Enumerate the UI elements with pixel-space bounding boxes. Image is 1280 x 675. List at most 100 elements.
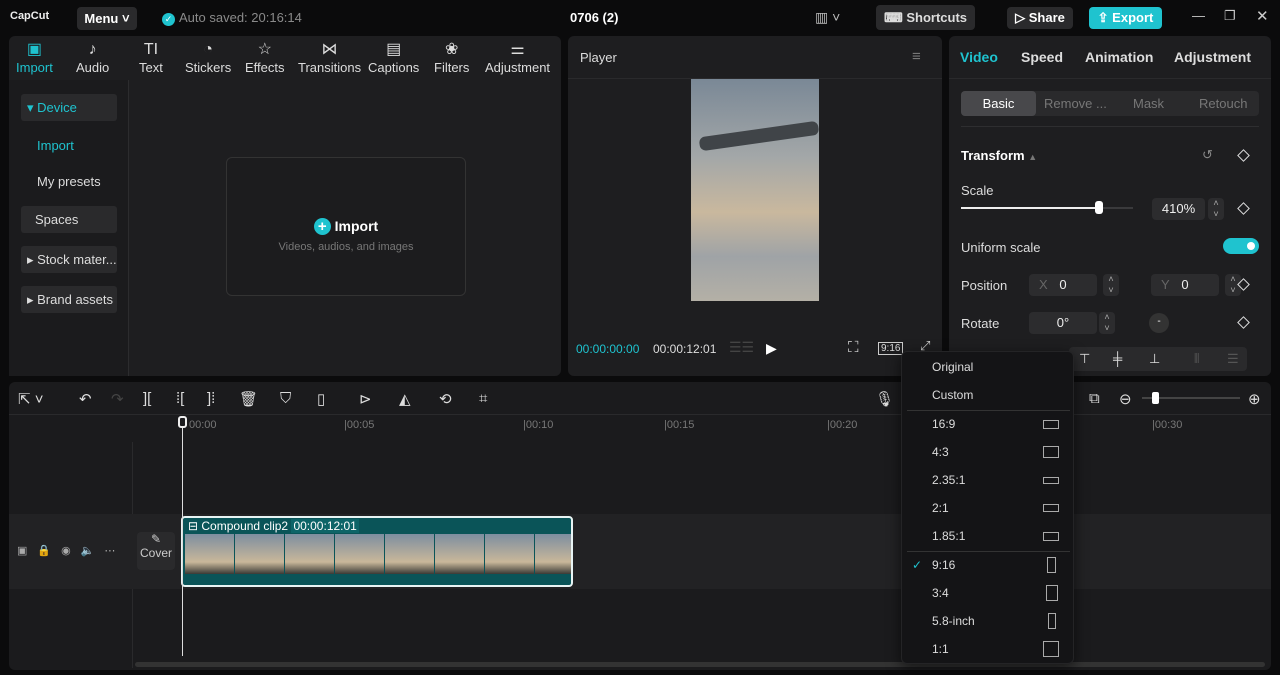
tab-animation[interactable]: Animation xyxy=(1085,49,1153,65)
mirror-icon[interactable]: ◭ xyxy=(399,390,411,408)
play-icon[interactable]: ▶ xyxy=(766,340,777,357)
audio-toggle-icon[interactable]: 🔈 xyxy=(81,545,105,557)
zoom-in-icon[interactable]: ⊕ xyxy=(1248,390,1261,408)
tab-adjustment[interactable]: ⚌ Adjustment xyxy=(485,40,550,75)
delete-icon[interactable]: 🗑 xyxy=(239,390,258,408)
clip-thumbnail xyxy=(385,534,434,574)
ratio-option-3-4[interactable]: 3:4 xyxy=(902,579,1074,607)
track-video-icon[interactable]: ▣ xyxy=(17,545,37,557)
total-duration: 00:00:12:01 xyxy=(653,342,717,356)
ratio-option-2-1[interactable]: 2:1 xyxy=(902,494,1074,522)
speed-icon[interactable]: ⊳ xyxy=(359,390,372,408)
transform-heading[interactable]: Transform ▲ xyxy=(961,148,1037,163)
keyframe-icon[interactable] xyxy=(1237,316,1250,329)
preview-axis-icon[interactable]: ⧉ xyxy=(1089,390,1100,407)
sidebar-item-brand-assets[interactable]: ▸ Brand assets xyxy=(21,286,117,313)
zoom-out-icon[interactable]: ⊖ xyxy=(1119,390,1132,408)
sidebar-item-device[interactable]: ▾ Device xyxy=(21,94,117,121)
keyframe-icon[interactable] xyxy=(1237,202,1250,215)
horizontal-scrollbar[interactable] xyxy=(135,662,1265,667)
ratio-option-4-3[interactable]: 4:3 xyxy=(902,438,1074,466)
rotate-icon[interactable]: ⟲ xyxy=(439,390,452,408)
split-right-icon[interactable]: ]⁞ xyxy=(207,390,215,407)
maximize-icon[interactable]: ❐ xyxy=(1224,8,1236,24)
ratio-option-2-35-1[interactable]: 2.35:1 xyxy=(902,466,1074,494)
tab-transitions[interactable]: ⋈ Transitions xyxy=(298,40,361,75)
import-dropzone[interactable]: + Import Videos, audios, and images xyxy=(226,157,466,296)
subtab-mask[interactable]: Mask xyxy=(1133,91,1164,116)
share-button[interactable]: ▷ Share xyxy=(1007,7,1073,29)
rotate-input[interactable]: 0° xyxy=(1029,312,1097,334)
freeze-icon[interactable]: ▯ xyxy=(317,390,325,408)
tab-filters[interactable]: ❀ Filters xyxy=(434,40,469,75)
tab-video[interactable]: Video xyxy=(960,49,998,65)
subtab-basic[interactable]: Basic xyxy=(961,91,1036,116)
tab-speed[interactable]: Speed xyxy=(1021,49,1063,65)
position-y-input[interactable]: Y0 xyxy=(1151,274,1219,296)
keyframe-icon[interactable] xyxy=(1237,149,1250,162)
shortcuts-button[interactable]: ⌨ Shortcuts xyxy=(876,5,975,30)
sidebar-item-stock-material[interactable]: ▸ Stock mater... xyxy=(21,246,117,273)
rotate-dial[interactable]: - xyxy=(1149,313,1169,333)
align-bottom-icon[interactable]: ⊥ xyxy=(1149,347,1160,371)
cover-button[interactable]: ✎ Cover xyxy=(137,532,175,570)
close-icon[interactable]: ✕ xyxy=(1256,7,1269,25)
scale-slider-handle[interactable] xyxy=(1094,201,1103,214)
scale-input[interactable]: 410% xyxy=(1152,198,1205,220)
waveform-icon[interactable]: ☰☰ xyxy=(729,339,754,356)
subtab-remove[interactable]: Remove ... xyxy=(1044,91,1107,116)
distribute-v-icon[interactable]: ☰ xyxy=(1227,347,1239,371)
tab-audio[interactable]: ♪ Audio xyxy=(76,40,109,75)
ratio-option-9-16[interactable]: ✓ 9:16 xyxy=(902,551,1074,579)
tab-text[interactable]: TI Text xyxy=(139,40,163,75)
lock-icon[interactable]: 🔒 xyxy=(37,545,61,557)
export-button[interactable]: ⇪ Export xyxy=(1089,7,1162,29)
split-left-icon[interactable]: ⁞[ xyxy=(176,390,184,407)
menu-button[interactable]: Menu ˅ xyxy=(77,7,137,30)
tab-stickers[interactable]: ◔ Stickers xyxy=(185,40,231,75)
uniform-scale-toggle[interactable] xyxy=(1223,238,1259,254)
tab-effects[interactable]: ☆ Effects xyxy=(245,40,285,75)
redo-icon[interactable]: ↷ xyxy=(111,390,124,408)
capcut-logo: CapCut xyxy=(10,10,50,22)
tab-captions[interactable]: ▤ Captions xyxy=(368,40,419,75)
hamburger-icon[interactable]: ≡ xyxy=(912,48,921,65)
eye-icon[interactable]: ◉ xyxy=(61,545,81,557)
tab-adjustment-right[interactable]: Adjustment xyxy=(1174,49,1251,65)
minimize-icon[interactable]: — xyxy=(1192,8,1205,23)
ratio-option-1-1[interactable]: 1:1 xyxy=(902,635,1074,663)
position-x-stepper[interactable]: ˄ ˅ xyxy=(1103,274,1119,296)
video-preview[interactable] xyxy=(691,79,820,301)
microphone-icon[interactable]: 🎙 xyxy=(875,390,894,408)
timeline-clip[interactable]: ⊟ Compound clip2 00:00:12:01 xyxy=(181,516,573,587)
ratio-option-original[interactable]: Original xyxy=(902,353,1074,381)
zoom-slider[interactable] xyxy=(1142,392,1240,404)
rotate-stepper[interactable]: ˄ ˅ xyxy=(1099,312,1115,334)
ratio-option-5-8-inch[interactable]: 5.8-inch xyxy=(902,607,1074,635)
position-x-input[interactable]: X0 xyxy=(1029,274,1097,296)
sidebar-item-import[interactable]: Import xyxy=(21,132,117,159)
align-top-icon[interactable]: ⊤ xyxy=(1079,347,1090,371)
subtab-retouch[interactable]: Retouch xyxy=(1199,91,1247,116)
crop-icon[interactable]: ⌗ xyxy=(479,390,487,407)
playhead[interactable] xyxy=(178,416,187,656)
reset-icon[interactable]: ↺ xyxy=(1202,147,1213,163)
ratio-option-1-85-1[interactable]: 1.85:1 xyxy=(902,522,1074,550)
marker-icon[interactable]: ⛉ xyxy=(280,390,291,407)
sidebar-item-my-presets[interactable]: My presets xyxy=(21,168,117,195)
scale-slider[interactable] xyxy=(961,201,1133,214)
layout-icon[interactable]: ▥ ˅ xyxy=(815,9,840,26)
sidebar-item-spaces[interactable]: Spaces xyxy=(21,206,117,233)
tab-import[interactable]: ▣ Import xyxy=(16,40,53,75)
select-tool-icon[interactable]: ⇱ ˅ xyxy=(18,390,44,408)
ratio-button[interactable]: 9:16 xyxy=(878,342,904,355)
distribute-h-icon[interactable]: ⫴ xyxy=(1194,347,1199,371)
align-middle-icon[interactable]: ╪ xyxy=(1113,347,1122,371)
ratio-option-16-9[interactable]: 16:9 xyxy=(902,410,1074,438)
ratio-option-custom[interactable]: Custom xyxy=(902,381,1074,409)
scale-stepper[interactable]: ˄ ˅ xyxy=(1208,198,1224,220)
fit-zoom-icon[interactable]: ⛶ xyxy=(848,339,859,356)
undo-icon[interactable]: ↶ xyxy=(79,390,92,408)
more-icon[interactable]: ⋯ xyxy=(104,545,125,557)
split-icon[interactable]: ][ xyxy=(143,390,151,407)
